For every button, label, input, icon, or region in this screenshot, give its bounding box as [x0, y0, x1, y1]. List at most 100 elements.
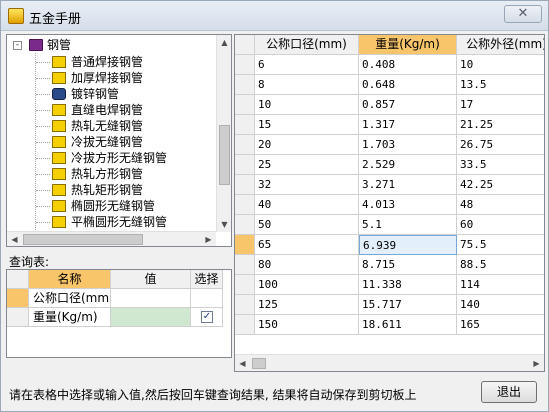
table-cell[interactable]: 10 [255, 95, 359, 115]
exit-button[interactable]: 退出 [481, 381, 537, 403]
select-checkbox[interactable]: ✓ [201, 311, 213, 323]
tree-node[interactable]: 平椭圆形无缝钢管 [7, 214, 216, 230]
tree-node[interactable]: 热轧矩形钢管 [7, 182, 216, 198]
table-cell[interactable]: 4.013 [359, 195, 457, 215]
table-cell[interactable]: 21.25 [457, 115, 544, 135]
close-button[interactable]: ✕ [504, 5, 542, 23]
tree-node[interactable]: 直缝电焊钢管 [7, 102, 216, 118]
table-cell[interactable]: 100 [255, 275, 359, 295]
table-cell[interactable]: 18.611 [359, 315, 457, 335]
query-header-value[interactable]: 值 [111, 270, 191, 289]
scroll-right-icon[interactable]: ▶ [529, 356, 544, 371]
row-indicator [235, 135, 255, 155]
table-cell[interactable]: 6 [255, 55, 359, 75]
table-cell[interactable]: 3.271 [359, 175, 457, 195]
tree-node[interactable]: 冷拔无缝钢管 [7, 134, 216, 150]
table-cell[interactable]: 0.857 [359, 95, 457, 115]
table-row[interactable]: 15 1.317 21.25 [235, 115, 544, 135]
table-cell[interactable]: 10 [457, 55, 544, 75]
query-row[interactable]: 重量(Kg/m) ✓ [7, 308, 231, 327]
tree-node[interactable]: 热轧方形钢管 [7, 166, 216, 182]
table-cell[interactable]: 65 [255, 235, 359, 255]
table-cell[interactable]: 75.5 [457, 235, 544, 255]
table-row[interactable]: 25 2.529 33.5 [235, 155, 544, 175]
grid-header-outer-diameter[interactable]: 公称外径(mm) [457, 35, 544, 55]
table-row[interactable]: 6 0.408 10 [235, 55, 544, 75]
query-header-select[interactable]: 选择 [191, 270, 223, 289]
table-cell[interactable]: 8.715 [359, 255, 457, 275]
table-cell[interactable]: 42.25 [457, 175, 544, 195]
table-cell[interactable]: 0.408 [359, 55, 457, 75]
table-cell[interactable]: 60 [457, 215, 544, 235]
book-icon [52, 168, 66, 180]
table-row[interactable]: 10 0.857 17 [235, 95, 544, 115]
tree-node[interactable]: 加厚焊接钢管 [7, 70, 216, 86]
table-cell[interactable]: 15.717 [359, 295, 457, 315]
table-cell[interactable]: 15 [255, 115, 359, 135]
scroll-thumb[interactable] [23, 234, 143, 245]
table-row[interactable]: 50 5.1 60 [235, 215, 544, 235]
tree-node[interactable]: 冷拔方形无缝钢管 [7, 150, 216, 166]
table-cell[interactable]: 11.338 [359, 275, 457, 295]
table-cell[interactable]: 125 [255, 295, 359, 315]
table-row[interactable]: 125 15.717 140 [235, 295, 544, 315]
tree-horizontal-scrollbar[interactable]: ◀ ▶ [7, 231, 216, 246]
table-row[interactable]: 40 4.013 48 [235, 195, 544, 215]
scroll-down-icon[interactable]: ▼ [217, 217, 231, 232]
table-row[interactable]: 32 3.271 42.25 [235, 175, 544, 195]
table-row[interactable]: 80 8.715 88.5 [235, 255, 544, 275]
table-row[interactable]: 65 6.939 75.5 [235, 235, 544, 255]
scroll-left-icon[interactable]: ◀ [7, 232, 22, 246]
table-cell[interactable]: 0.648 [359, 75, 457, 95]
query-select-cell[interactable]: ✓ [191, 308, 223, 327]
tree-node[interactable]: 镀锌钢管 [7, 86, 216, 102]
scroll-thumb[interactable] [219, 125, 230, 185]
table-cell[interactable]: 5.1 [359, 215, 457, 235]
table-cell[interactable]: 33.5 [457, 155, 544, 175]
table-cell[interactable]: 40 [255, 195, 359, 215]
tree-node[interactable]: 普通焊接钢管 [7, 54, 216, 70]
scroll-right-icon[interactable]: ▶ [201, 232, 216, 246]
row-indicator [235, 215, 255, 235]
tree-node[interactable]: 椭圆形无缝钢管 [7, 198, 216, 214]
table-cell[interactable]: 20 [255, 135, 359, 155]
table-cell[interactable]: 48 [457, 195, 544, 215]
table-cell[interactable]: 2.529 [359, 155, 457, 175]
table-cell[interactable]: 114 [457, 275, 544, 295]
table-cell[interactable]: 25 [255, 155, 359, 175]
tree-node[interactable]: 热轧无缝钢管 [7, 118, 216, 134]
table-cell[interactable]: 1.317 [359, 115, 457, 135]
table-cell[interactable]: 80 [255, 255, 359, 275]
tree-node-root[interactable]: - 钢管 [7, 35, 216, 53]
query-value-input[interactable] [111, 289, 191, 308]
scroll-thumb[interactable] [252, 358, 266, 369]
query-select-cell[interactable] [191, 289, 223, 308]
tree-vertical-scrollbar[interactable]: ▲ ▼ [216, 35, 231, 232]
collapse-icon[interactable]: - [13, 41, 22, 50]
query-row[interactable]: 公称口径(mm) [7, 289, 231, 308]
table-cell[interactable]: 17 [457, 95, 544, 115]
table-cell[interactable]: 140 [457, 295, 544, 315]
table-cell[interactable]: 26.75 [457, 135, 544, 155]
table-cell[interactable]: 8 [255, 75, 359, 95]
table-cell[interactable]: 50 [255, 215, 359, 235]
category-tree[interactable]: - 钢管 普通焊接钢管 加厚焊接钢管 镀锌钢管 直缝电焊钢管 热轧无缝钢管 冷拔无缝钢管冷… [6, 34, 232, 247]
grid-horizontal-scrollbar[interactable]: ◀ ▶ [235, 354, 544, 371]
table-cell[interactable]: 6.939 [359, 235, 457, 255]
table-row[interactable]: 150 18.611 165 [235, 315, 544, 335]
scroll-up-icon[interactable]: ▲ [217, 35, 231, 50]
table-row[interactable]: 100 11.338 114 [235, 275, 544, 295]
table-cell[interactable]: 165 [457, 315, 544, 335]
table-cell[interactable]: 1.703 [359, 135, 457, 155]
query-header-name[interactable]: 名称 [29, 270, 111, 289]
grid-header-weight[interactable]: 重量(Kg/m) [359, 35, 457, 55]
table-cell[interactable]: 150 [255, 315, 359, 335]
query-value-input[interactable] [111, 308, 191, 327]
table-cell[interactable]: 88.5 [457, 255, 544, 275]
scroll-left-icon[interactable]: ◀ [235, 356, 250, 371]
table-cell[interactable]: 32 [255, 175, 359, 195]
grid-header-caliber[interactable]: 公称口径(mm) [255, 35, 359, 55]
table-row[interactable]: 20 1.703 26.75 [235, 135, 544, 155]
table-row[interactable]: 8 0.648 13.5 [235, 75, 544, 95]
table-cell[interactable]: 13.5 [457, 75, 544, 95]
